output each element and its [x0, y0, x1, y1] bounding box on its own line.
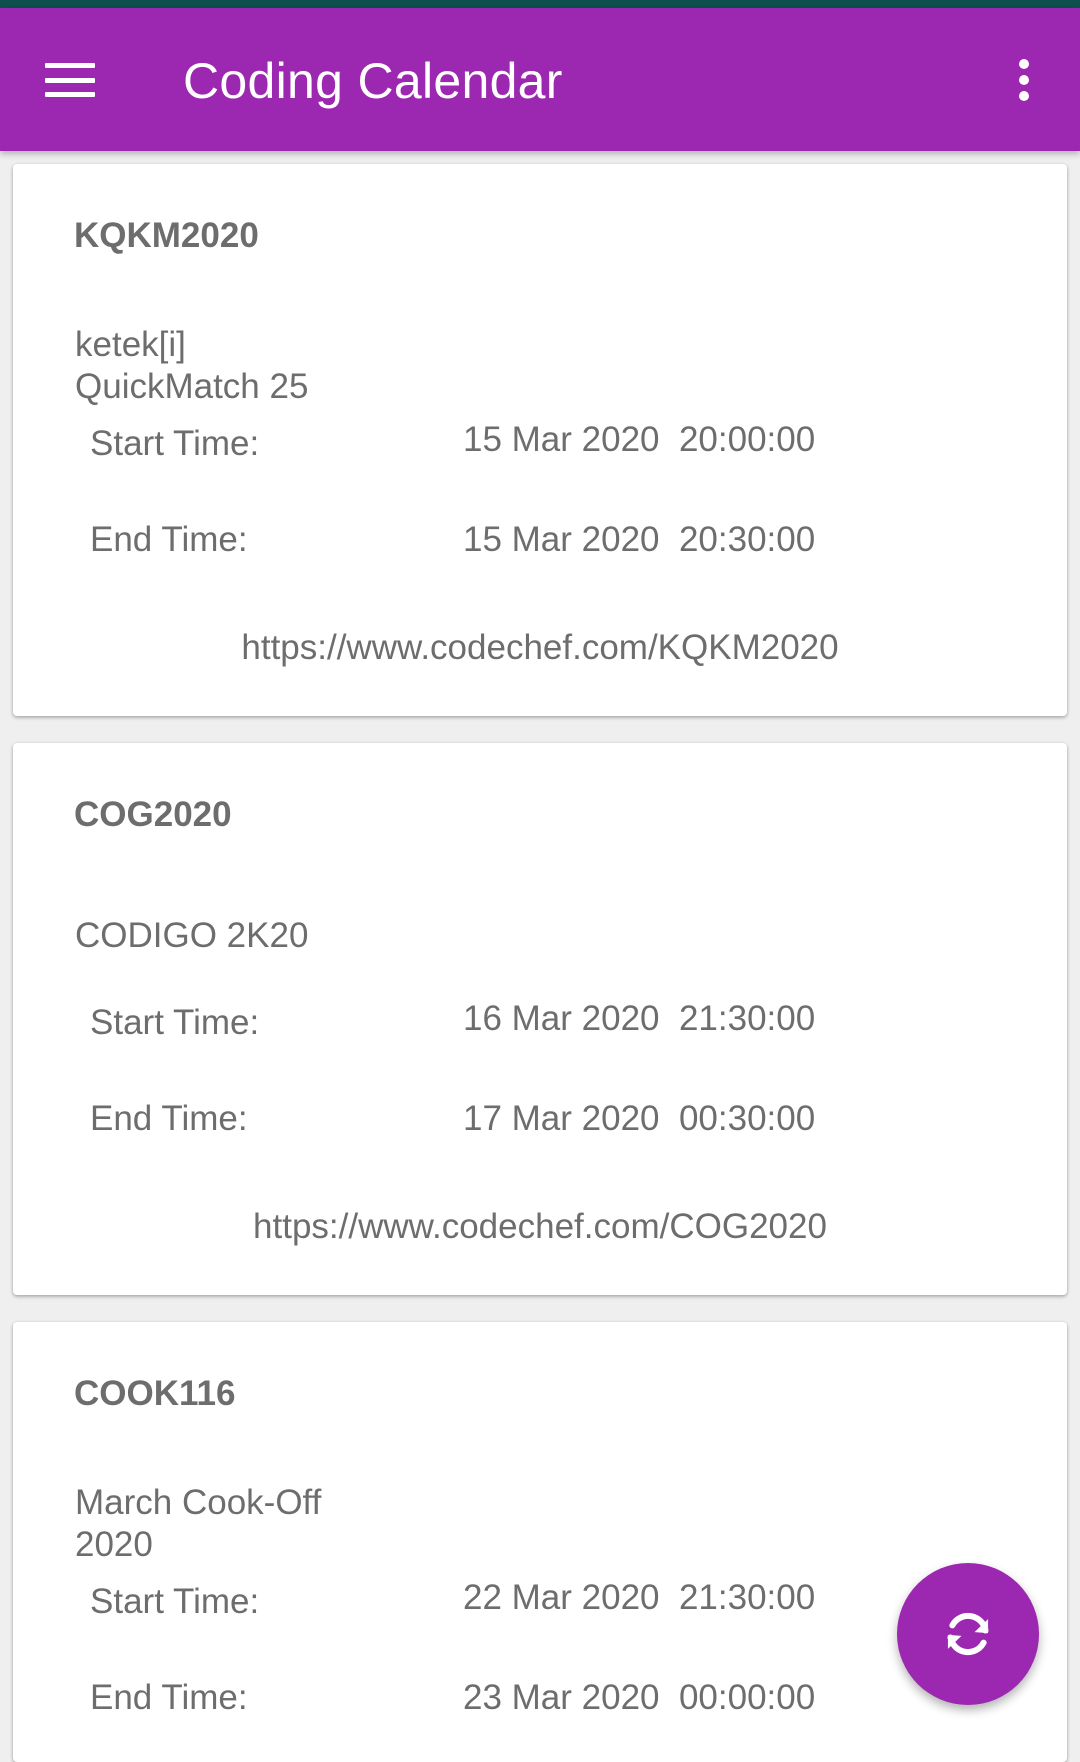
end-time-label: End Time: — [90, 520, 248, 559]
app-title: Coding Calendar — [183, 53, 563, 109]
start-time-label: Start Time: — [90, 424, 260, 463]
more-vertical-icon — [1019, 59, 1029, 101]
status-bar — [0, 0, 1080, 8]
refresh-icon — [947, 1612, 989, 1656]
contest-code: COG2020 — [74, 795, 232, 834]
menu-button[interactable] — [30, 40, 110, 120]
contest-code: KQKM2020 — [74, 216, 259, 255]
contest-link[interactable]: https://www.codechef.com/KQKM2020 — [13, 628, 1067, 668]
contest-card[interactable]: KQKM2020 ketek[i] QuickMatch 25 Start Ti… — [13, 164, 1067, 716]
refresh-button[interactable] — [897, 1563, 1039, 1705]
start-time-value: 16 Mar 2020 21:30:00 — [463, 999, 816, 1038]
end-time-label: End Time: — [90, 1678, 248, 1717]
overflow-menu-button[interactable] — [1000, 40, 1048, 120]
start-time-label: Start Time: — [90, 1582, 260, 1621]
contest-name: ketek[i] QuickMatch 25 — [75, 325, 309, 406]
start-time-value: 15 Mar 2020 20:00:00 — [463, 420, 816, 459]
start-time-value: 22 Mar 2020 21:30:00 — [463, 1578, 816, 1617]
contest-name: March Cook-Off 2020 — [75, 1483, 322, 1564]
end-time-value: 15 Mar 2020 20:30:00 — [463, 520, 816, 559]
end-time-label: End Time: — [90, 1099, 248, 1138]
contest-code: COOK116 — [74, 1374, 236, 1413]
end-time-value: 23 Mar 2020 00:00:00 — [463, 1678, 816, 1717]
contest-name: CODIGO 2K20 — [75, 916, 309, 955]
start-time-label: Start Time: — [90, 1003, 260, 1042]
contest-card[interactable]: COG2020 CODIGO 2K20 Start Time: 16 Mar 2… — [13, 743, 1067, 1295]
contest-link[interactable]: https://www.codechef.com/COG2020 — [13, 1207, 1067, 1247]
contest-card[interactable]: COOK116 March Cook-Off 2020 Start Time: … — [13, 1322, 1067, 1762]
end-time-value: 17 Mar 2020 00:30:00 — [463, 1099, 816, 1138]
app-bar: Coding Calendar — [0, 8, 1080, 151]
hamburger-menu-icon — [45, 63, 95, 97]
